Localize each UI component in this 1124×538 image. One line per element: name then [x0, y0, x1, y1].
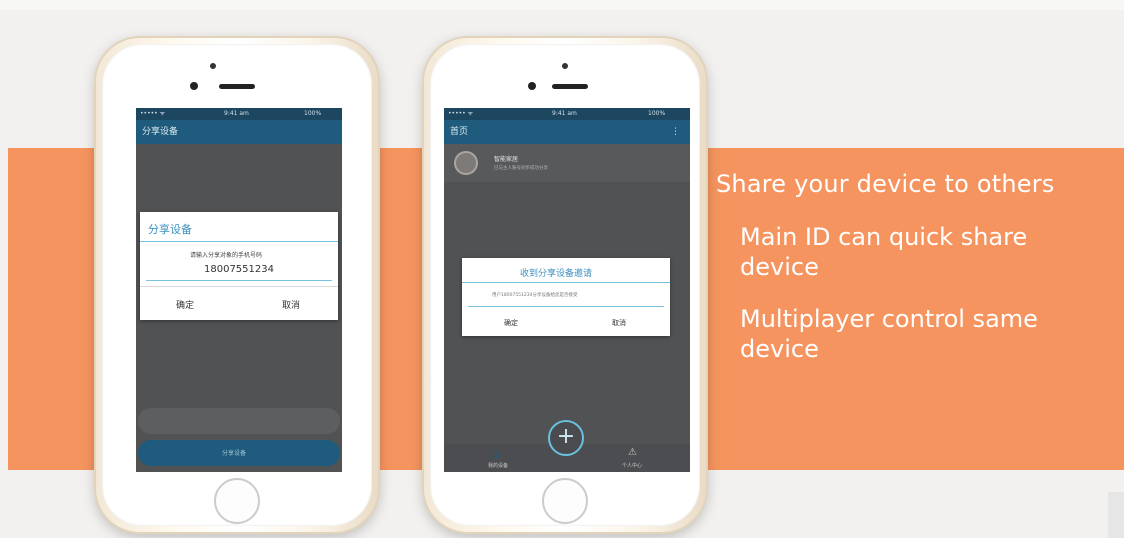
speaker-icon: [219, 84, 255, 89]
feature-panel: Share your device to others Main ID can …: [716, 170, 1110, 386]
add-device-button[interactable]: +: [548, 420, 584, 456]
dialog-message: 用户18007551234分享设备给您是否接受: [492, 293, 578, 298]
home-button[interactable]: [542, 478, 588, 524]
cancel-button[interactable]: 取消: [612, 318, 626, 328]
phone-number-input[interactable]: 18007551234: [204, 264, 274, 275]
dialog-title: 收到分享设备邀请: [520, 269, 593, 279]
input-underline: [146, 280, 332, 281]
speaker-icon: [552, 84, 588, 89]
phone-right: ••••• ᯤ 9:41 am 100% 首页 ⋮ 智能家居 已与主人账号同步成…: [424, 38, 706, 532]
dialog-title-divider: [462, 282, 670, 283]
message-underline: [468, 306, 664, 307]
dialog-button-divider: [140, 286, 338, 287]
more-icon[interactable]: ⋮: [671, 120, 680, 144]
appbar-title: 首页: [450, 127, 469, 137]
battery-text: 100%: [648, 110, 666, 117]
phone-left: ••••• ᯤ 9:41 am 100% 分享设备 分享设备 请输入分享对象的手…: [96, 38, 378, 532]
profile-tab-icon[interactable]: ⚠: [628, 447, 637, 458]
dialog-hint: 请输入分享对象的手机号码: [190, 252, 263, 259]
confirm-button[interactable]: 确定: [176, 298, 194, 311]
status-bar: ••••• ᯤ 9:41 am 100%: [444, 108, 690, 120]
device-list-item[interactable]: 智能家居 已与主人账号同步成功分享: [444, 144, 690, 182]
battery-text: 100%: [304, 110, 322, 117]
share-device-label: 分享设备: [222, 450, 247, 457]
dialog-title-divider: [140, 241, 338, 242]
carrier-text: ••••• ᯤ: [140, 110, 166, 117]
cancel-button[interactable]: 取消: [282, 298, 300, 311]
status-bar: ••••• ᯤ 9:41 am 100%: [136, 108, 342, 120]
time-text: 9:41 am: [552, 110, 577, 117]
top-strip: [0, 0, 1124, 10]
tab-home-label[interactable]: 我的设备: [488, 462, 508, 469]
device-subtitle: 已与主人账号同步成功分享: [494, 166, 548, 171]
app-bar: 首页 ⋮: [444, 120, 690, 144]
tab-profile-label[interactable]: 个人中心: [622, 462, 642, 469]
feature-point-multiplayer: Multiplayer control same device: [740, 305, 1038, 363]
appbar-title: 分享设备: [142, 127, 179, 137]
camera-icon: [190, 82, 198, 90]
share-dialog: 分享设备 请输入分享对象的手机号码 18007551234 确定 取消: [140, 212, 338, 320]
input-pill: [138, 408, 340, 434]
device-avatar: [454, 151, 478, 175]
dialog-title: 分享设备: [148, 223, 192, 236]
invite-dialog: 收到分享设备邀请 用户18007551234分享设备给您是否接受 确定 取消: [462, 258, 670, 336]
time-text: 9:41 am: [224, 110, 249, 117]
home-tab-icon[interactable]: ⌂: [492, 447, 500, 461]
feature-point-share: Main ID can quick share device: [740, 223, 1028, 281]
headline: Share your device to others: [716, 170, 1055, 198]
carrier-text: ••••• ᯤ: [448, 110, 474, 117]
confirm-button[interactable]: 确定: [504, 318, 518, 328]
camera-icon: [528, 82, 536, 90]
corner-block: [1108, 492, 1124, 538]
share-device-button[interactable]: 分享设备: [138, 440, 340, 466]
app-bar: 分享设备: [136, 120, 342, 144]
front-camera-icon: [210, 63, 216, 69]
screen-left: ••••• ᯤ 9:41 am 100% 分享设备 分享设备 请输入分享对象的手…: [136, 108, 342, 472]
home-button[interactable]: [214, 478, 260, 524]
front-camera-icon: [562, 63, 568, 69]
screen-right: ••••• ᯤ 9:41 am 100% 首页 ⋮ 智能家居 已与主人账号同步成…: [444, 108, 690, 472]
device-name: 智能家居: [494, 156, 519, 163]
